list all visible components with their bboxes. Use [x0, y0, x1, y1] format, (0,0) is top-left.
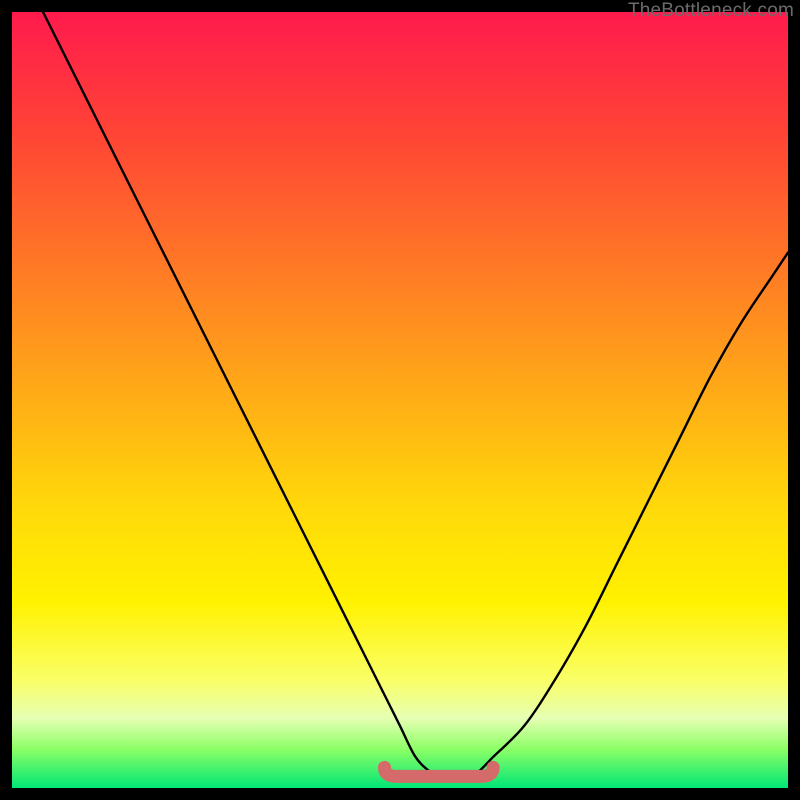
curves-svg: [12, 12, 788, 788]
watermark-text: TheBottleneck.com: [628, 0, 794, 22]
chart-frame: [12, 12, 788, 788]
valley-marker: [384, 767, 493, 776]
bottleneck-curve: [43, 12, 788, 781]
plot-area: [12, 12, 788, 788]
